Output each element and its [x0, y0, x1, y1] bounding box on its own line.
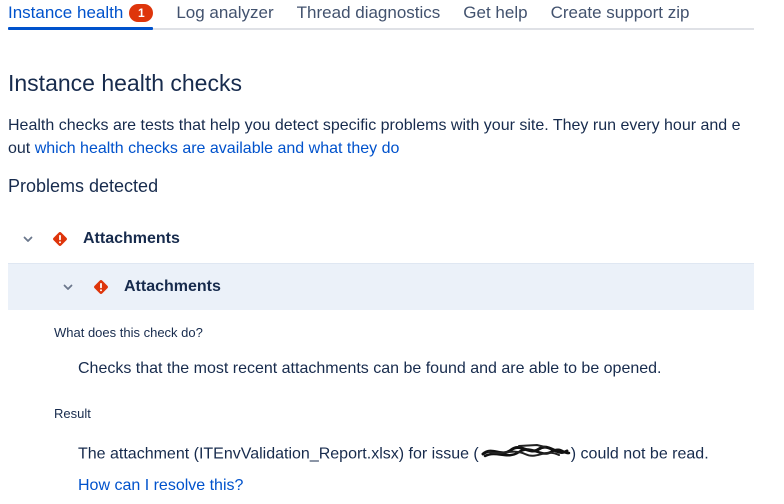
tab-thread-diagnostics[interactable]: Thread diagnostics: [297, 0, 441, 26]
tab-label: Log analyzer: [176, 3, 274, 22]
tab-label: Create support zip: [550, 3, 690, 22]
tab-label: Instance health: [8, 3, 124, 22]
check-label: Attachments: [124, 278, 221, 295]
group-row-attachments[interactable]: Attachments: [8, 218, 754, 260]
intro-text: Health checks are tests that help you de…: [8, 114, 754, 160]
intro-line-2: out which health checks are available an…: [8, 137, 754, 160]
available-checks-link[interactable]: which health checks are available and wh…: [35, 140, 400, 157]
what-does-check-do-label: What does this check do?: [54, 325, 203, 340]
result-label: Result: [54, 406, 91, 421]
tab-get-help[interactable]: Get help: [463, 0, 527, 26]
tab-bar: Instance health 1 Log analyzer Thread di…: [8, 0, 754, 30]
result-suffix: ) could not be read.: [570, 445, 709, 463]
chevron-down-icon[interactable]: [62, 281, 74, 293]
page-title: Instance health checks: [8, 70, 242, 96]
chevron-down-icon[interactable]: [22, 233, 34, 245]
result-text: The attachment (ITEnvValidation_Report.x…: [78, 442, 709, 467]
how-to-resolve-link[interactable]: How can I resolve this?: [78, 477, 243, 495]
tab-label: Get help: [463, 3, 528, 22]
result-prefix: The attachment (ITEnvValidation_Report.x…: [78, 445, 479, 463]
error-diamond-icon: [93, 279, 109, 295]
tab-log-analyzer[interactable]: Log analyzer: [176, 0, 273, 26]
check-description: Checks that the most recent attachments …: [78, 360, 662, 377]
redacted-issue-key: [479, 442, 571, 467]
health-check-page: Instance health 1 Log analyzer Thread di…: [0, 0, 784, 504]
tab-instance-health[interactable]: Instance health 1: [8, 0, 154, 30]
problem-count-badge: 1: [129, 4, 154, 22]
tab-create-support-zip[interactable]: Create support zip: [551, 0, 690, 26]
intro-prefix: out: [8, 140, 35, 157]
intro-line: Health checks are tests that help you de…: [8, 117, 741, 134]
check-row-attachments[interactable]: Attachments: [8, 263, 754, 310]
error-diamond-icon: [52, 231, 68, 247]
tab-label: Thread diagnostics: [296, 3, 441, 22]
group-label: Attachments: [83, 230, 180, 247]
problems-detected-heading: Problems detected: [8, 176, 159, 196]
